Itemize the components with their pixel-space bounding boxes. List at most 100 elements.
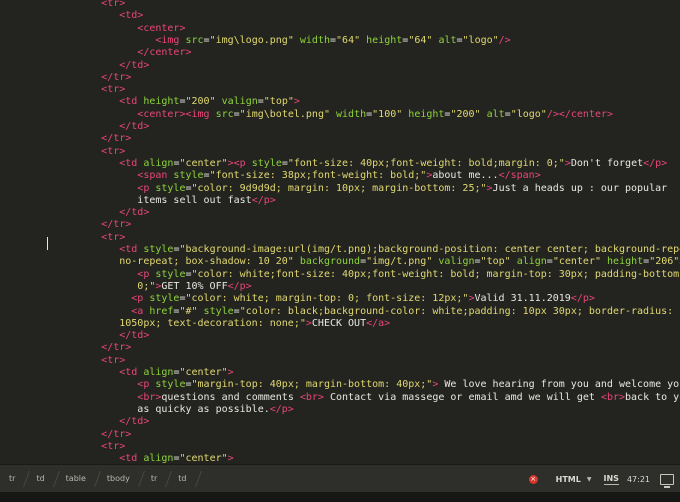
code-token: Don't forget xyxy=(570,157,644,169)
code-token: <br> xyxy=(137,391,162,403)
breadcrumb-item[interactable]: tr xyxy=(0,465,27,493)
syntax-selector[interactable]: HTML ▼ xyxy=(556,475,592,484)
code-line: items sell out fast</p> xyxy=(137,195,275,207)
code-token: </span> xyxy=(498,170,541,182)
code-token: "img\botel.png" xyxy=(239,108,330,120)
code-token: items sell out fast xyxy=(137,194,252,206)
breadcrumb-item[interactable]: td xyxy=(27,465,56,493)
code-token: </td> xyxy=(119,416,150,428)
code-token: "font-size: 40px;font-weight: bold;margi… xyxy=(287,157,565,169)
breadcrumb-item[interactable]: tbody xyxy=(98,465,142,493)
code-line: <tr> xyxy=(101,441,125,453)
code-token: </tr> xyxy=(101,219,132,231)
code-token: <center> xyxy=(137,22,186,34)
code-line: 1050px; text-decoration: none;">CHECK OU… xyxy=(119,318,390,330)
code-token: width xyxy=(336,108,367,120)
code-line: </td> xyxy=(119,416,149,428)
code-token: "color: white; margin-top: 0; font-size:… xyxy=(185,293,469,305)
insert-mode-toggle[interactable]: INS xyxy=(603,474,619,485)
code-token: no-repeat; box-shadow: 10 20" xyxy=(119,256,294,268)
code-token: style xyxy=(143,244,174,255)
code-token: </p> xyxy=(251,194,276,206)
code-token: > xyxy=(293,96,300,108)
code-token: style xyxy=(203,305,234,317)
code-line: <p style="color: 9d9d9d; margin: 10px; m… xyxy=(137,183,667,195)
code-token: "img\logo.png" xyxy=(209,34,294,46)
code-token: </tr> xyxy=(101,428,132,440)
error-icon[interactable]: × xyxy=(528,474,538,484)
code-token: </tr> xyxy=(101,342,132,354)
code-editor[interactable]: <tr> <td> <center> <img src="img\logo.png" … xyxy=(0,0,680,464)
code-token: as quicky as possible. xyxy=(137,403,270,415)
syntax-label[interactable]: HTML xyxy=(556,475,581,484)
code-line: <td align="center"> xyxy=(119,453,233,464)
text-caret xyxy=(47,237,48,250)
code-token: style xyxy=(251,157,282,169)
code-token: <span xyxy=(137,170,174,182)
code-line: <p style="margin-top: 40px; margin-botto… xyxy=(137,379,680,391)
code-line: </tr> xyxy=(101,342,131,354)
code-token: "margin-top: 40px; margin-bottom: 40px;" xyxy=(191,379,433,391)
code-line: </td> xyxy=(119,330,149,342)
code-token: align xyxy=(143,157,174,169)
code-line: <td align="center"><p style="font-size: … xyxy=(119,158,667,170)
code-token: 1050px; text-decoration: none;" xyxy=(119,317,306,329)
code-token: "color: white;font-size: 40px;font-weigh… xyxy=(191,268,680,280)
code-line: </center> xyxy=(137,47,191,59)
code-line: </td> xyxy=(119,60,149,72)
status-bar: tr td table tbody tr td × HTML ▼ INS 47:21 xyxy=(0,464,680,493)
code-token: "color: black;background-color: white;pa… xyxy=(239,305,674,317)
code-line: <tr> xyxy=(101,355,125,367)
code-token: "top" xyxy=(263,96,294,108)
breadcrumb-item[interactable]: tr xyxy=(142,465,169,493)
breadcrumb-item[interactable]: td xyxy=(169,465,198,493)
code-token: </p> xyxy=(643,157,668,169)
code-token: <td xyxy=(119,453,144,464)
cursor-position[interactable]: 47:21 xyxy=(627,475,650,484)
code-token: <tr> xyxy=(101,145,126,157)
code-token: "background-image:url(img/t.png);backgro… xyxy=(179,244,680,255)
code-token: <p xyxy=(137,268,156,280)
code-token: > xyxy=(227,367,234,378)
code-token: </p> xyxy=(269,403,294,415)
code-line: </td> xyxy=(119,207,149,219)
code-token: <img xyxy=(155,34,186,46)
code-token: /></center> xyxy=(546,108,614,120)
code-token: Contact via massege or email amd we will… xyxy=(323,391,601,403)
code-line: <a href="#" style="color: black;backgrou… xyxy=(131,306,673,318)
code-line: <span style="font-size: 38px;font-weight… xyxy=(137,170,540,182)
code-token: </td> xyxy=(119,121,150,132)
code-token: align xyxy=(143,453,174,464)
code-line: <tr> xyxy=(101,146,125,158)
code-line: </tr> xyxy=(101,133,131,145)
code-token: style xyxy=(173,170,204,182)
code-token: <td xyxy=(119,367,144,378)
code-line: </tr> xyxy=(101,72,131,84)
breadcrumb-item[interactable]: table xyxy=(57,465,98,493)
code-token: We love hearing from you and welcome you… xyxy=(438,379,680,391)
code-token: "center" xyxy=(179,453,228,464)
code-token: style xyxy=(155,379,186,391)
code-line: <td style="background-image:url(img/t.pn… xyxy=(119,244,680,256)
code-token: CHECK OUT xyxy=(311,317,367,329)
chevron-down-icon[interactable]: ▼ xyxy=(587,476,592,483)
code-token: background xyxy=(299,256,361,268)
code-token: valign xyxy=(438,256,475,268)
code-token: </tr> xyxy=(101,133,132,145)
code-token: "100" xyxy=(372,108,403,120)
code-token: "center" xyxy=(179,367,228,378)
code-line: 0;">GET 10% OFF</p> xyxy=(137,281,251,293)
code-line: </td> xyxy=(119,121,149,133)
code-token: style xyxy=(149,293,180,305)
code-token: src xyxy=(185,34,204,46)
code-token: "center" xyxy=(552,256,601,268)
code-token: <tr> xyxy=(101,84,126,96)
code-token: <p xyxy=(137,379,156,391)
code-token: <tr> xyxy=(101,231,126,243)
code-token: <td xyxy=(119,157,144,169)
code-token: "color: 9d9d9d; margin: 10px; margin-bot… xyxy=(191,182,487,194)
code-token: </p> xyxy=(570,293,595,305)
monitor-icon[interactable] xyxy=(660,473,674,488)
code-line: <tr> xyxy=(101,232,125,244)
code-line: <img src="img\logo.png" width="64" heigh… xyxy=(155,35,510,47)
